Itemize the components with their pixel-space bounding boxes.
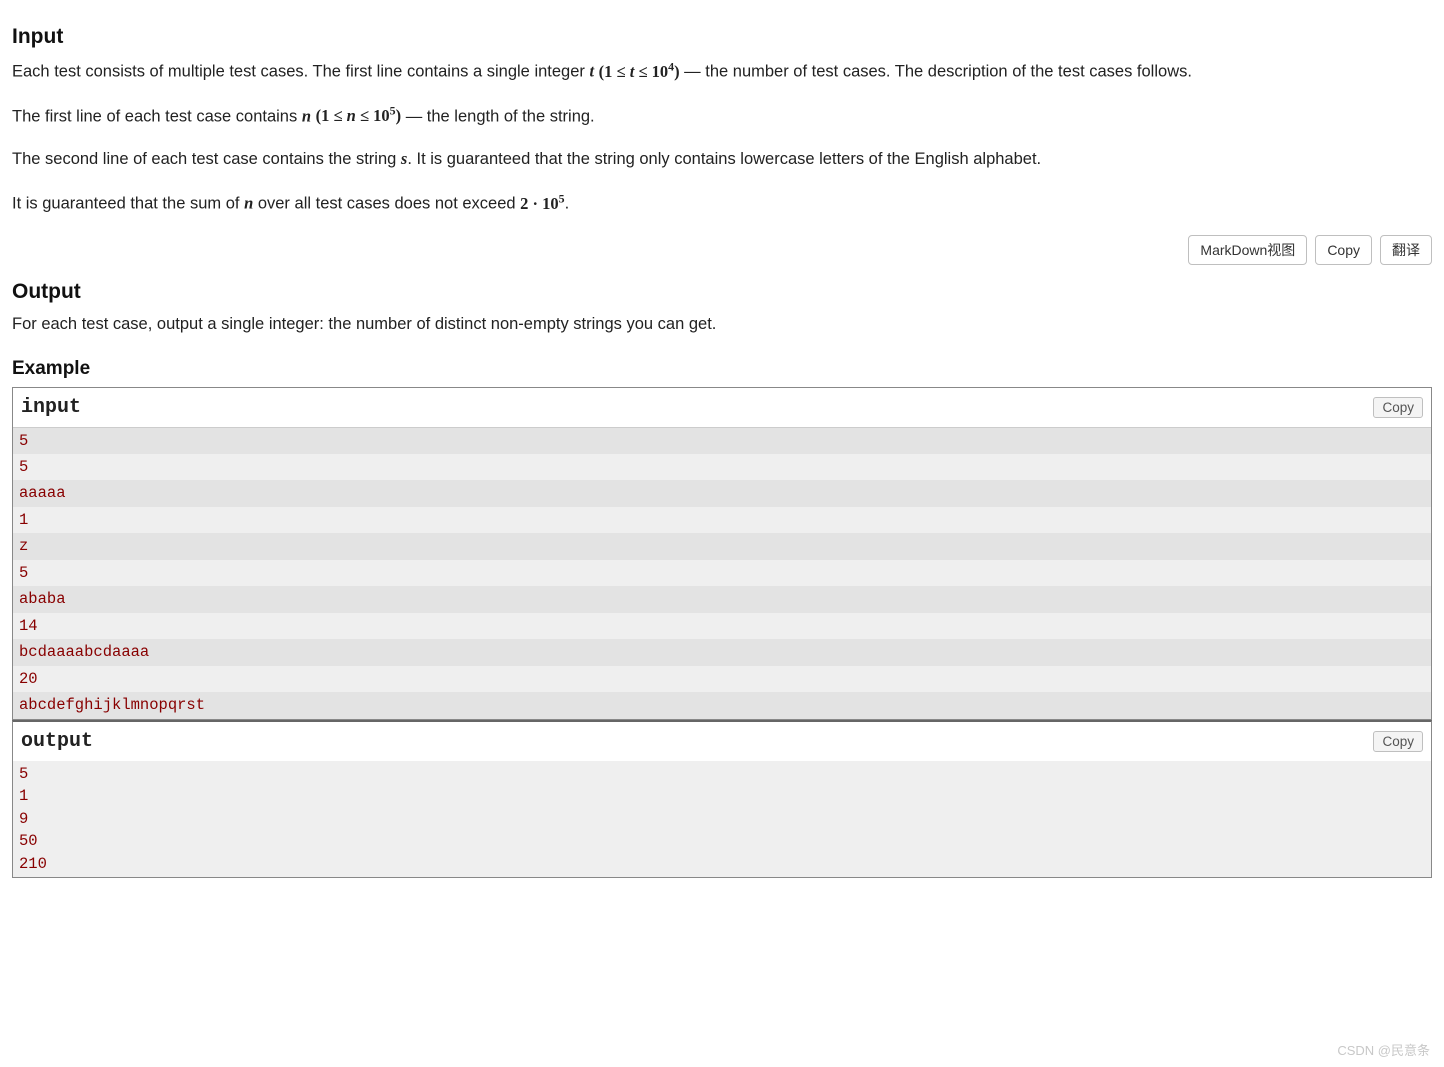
input-heading: Input xyxy=(12,22,1432,52)
example-heading: Example xyxy=(12,355,1432,383)
io-input-line: 5 xyxy=(13,454,1431,480)
limit: 2 · 105 xyxy=(520,194,564,213)
io-input-line: z xyxy=(13,533,1431,559)
translate-button[interactable]: 翻译 xyxy=(1380,235,1432,265)
text: (1 ≤ xyxy=(316,106,347,125)
action-button-row: MarkDown视图 Copy 翻译 xyxy=(12,235,1432,265)
input-paragraph-4: It is guaranteed that the sum of n over … xyxy=(12,190,1432,216)
io-input-line: ababa xyxy=(13,586,1431,612)
text: 2 · 10 xyxy=(520,194,559,213)
text: . It is guaranteed that the string only … xyxy=(407,150,1041,168)
text: — the length of the string. xyxy=(401,107,595,125)
copy-button[interactable]: Copy xyxy=(1315,235,1372,265)
output-heading: Output xyxy=(12,277,1432,307)
text: ≤ 10 xyxy=(356,106,390,125)
example-input-label: input xyxy=(21,393,81,422)
var-t: t xyxy=(589,62,594,81)
io-input-line: 1 xyxy=(13,507,1431,533)
markdown-view-button[interactable]: MarkDown视图 xyxy=(1188,235,1307,265)
example-input-lines: 55aaaaa1z5ababa14bcdaaaabcdaaaa20abcdefg… xyxy=(13,427,1431,719)
var-n: n xyxy=(302,106,311,125)
io-input-line: aaaaa xyxy=(13,480,1431,506)
example-output-box: output Copy 5 1 9 50 210 xyxy=(12,720,1432,878)
io-input-line: 5 xyxy=(13,428,1431,454)
io-input-line: bcdaaaabcdaaaa xyxy=(13,639,1431,665)
input-paragraph-2: The first line of each test case contain… xyxy=(12,103,1432,129)
text: ≤ 10 xyxy=(634,62,668,81)
io-input-line: 14 xyxy=(13,613,1431,639)
example-output-label: output xyxy=(21,727,93,756)
io-input-line: 5 xyxy=(13,560,1431,586)
io-input-line: 20 xyxy=(13,666,1431,692)
text: The first line of each test case contain… xyxy=(12,107,302,125)
text: over all test cases does not exceed xyxy=(253,195,520,213)
text: The second line of each test case contai… xyxy=(12,150,401,168)
input-paragraph-3: The second line of each test case contai… xyxy=(12,147,1432,172)
example-output-header: output Copy xyxy=(13,722,1431,761)
input-paragraph-1: Each test consists of multiple test case… xyxy=(12,58,1432,84)
n-range: (1 ≤ n ≤ 105) xyxy=(316,106,402,125)
copy-output-button[interactable]: Copy xyxy=(1373,731,1423,752)
text: . xyxy=(565,195,570,213)
t-range: (1 ≤ t ≤ 104) xyxy=(599,62,680,81)
output-paragraph: For each test case, output a single inte… xyxy=(12,313,1432,337)
text: Each test consists of multiple test case… xyxy=(12,63,589,81)
copy-input-button[interactable]: Copy xyxy=(1373,397,1423,418)
text: — the number of test cases. The descript… xyxy=(680,63,1192,81)
watermark: CSDN @民意条 xyxy=(1337,1042,1430,1061)
example-input-header: input Copy xyxy=(13,388,1431,427)
var-n: n xyxy=(347,106,356,125)
text: (1 ≤ xyxy=(599,62,630,81)
example-output-lines: 5 1 9 50 210 xyxy=(13,761,1431,877)
example-input-box: input Copy 55aaaaa1z5ababa14bcdaaaabcdaa… xyxy=(12,387,1432,720)
var-n: n xyxy=(244,194,253,213)
text: It is guaranteed that the sum of xyxy=(12,195,244,213)
io-input-line: abcdefghijklmnopqrst xyxy=(13,692,1431,718)
